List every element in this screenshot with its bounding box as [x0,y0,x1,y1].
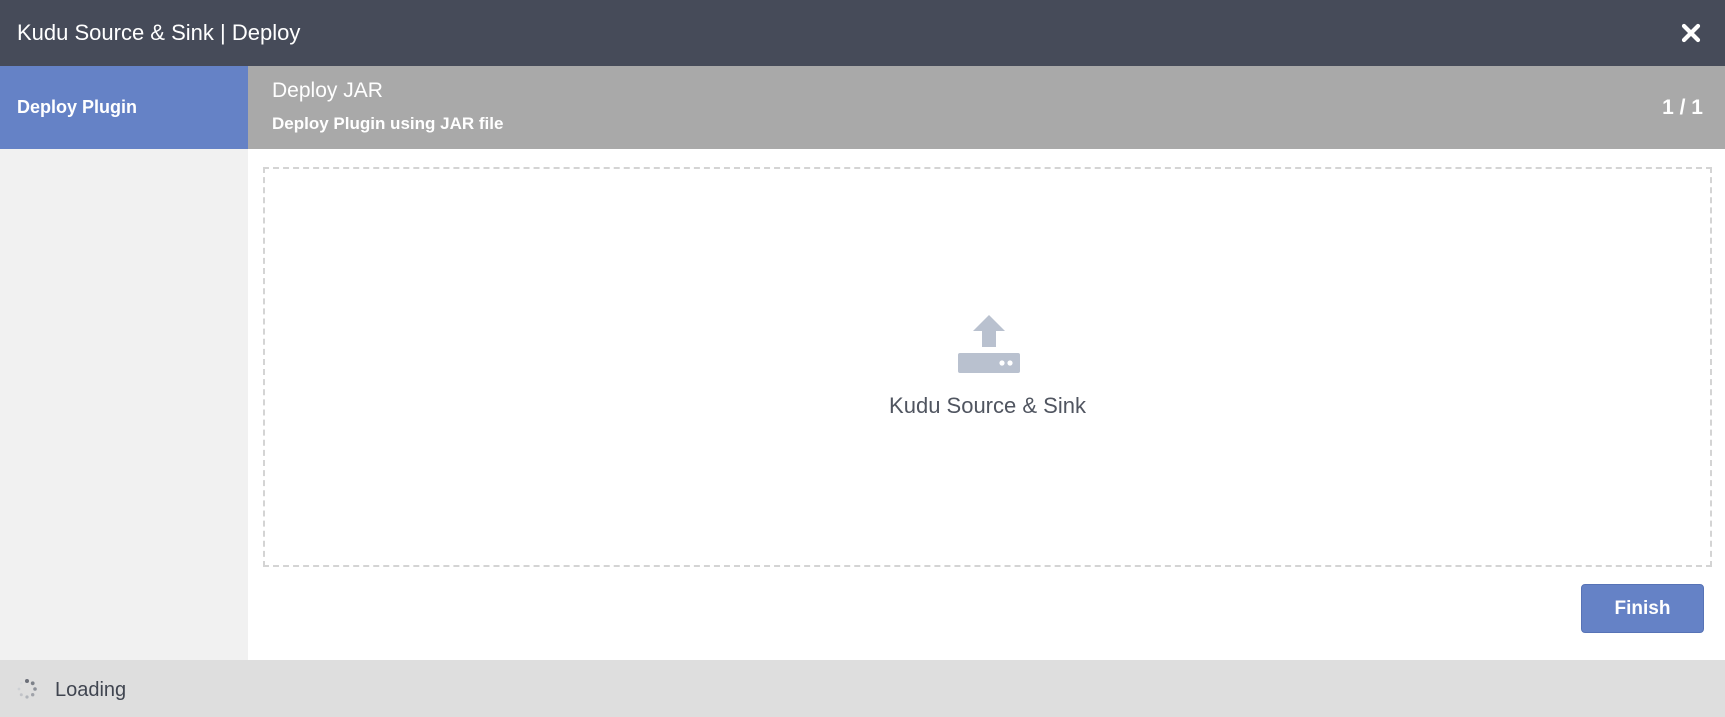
close-icon[interactable] [1679,21,1703,45]
deploy-modal: Kudu Source & Sink | Deploy Deploy Plugi… [0,0,1725,717]
step-subtitle: Deploy Plugin using JAR file [272,114,504,133]
modal-header: Kudu Source & Sink | Deploy [0,0,1725,66]
upload-icon [958,315,1020,373]
dropzone-label: Kudu Source & Sink [889,393,1086,418]
step-title: Deploy JAR [272,79,383,102]
close-icon-glyph [1681,23,1701,43]
wizard-sidebar: Deploy Plugin [0,66,248,660]
step-counter: 1 / 1 [1662,96,1703,119]
status-bar: Loading [0,660,1725,717]
sidebar-item-deploy-plugin[interactable]: Deploy Plugin [0,66,248,149]
finish-button[interactable]: Finish [1581,584,1704,633]
step-header: Deploy JAR Deploy Plugin using JAR file … [248,66,1725,149]
sidebar-item-label: Deploy Plugin [17,97,138,117]
spinner-icon [17,679,37,699]
loading-text: Loading [55,679,127,701]
jar-dropzone[interactable]: Kudu Source & Sink [263,167,1712,567]
modal-title: Kudu Source & Sink | Deploy [17,20,301,45]
